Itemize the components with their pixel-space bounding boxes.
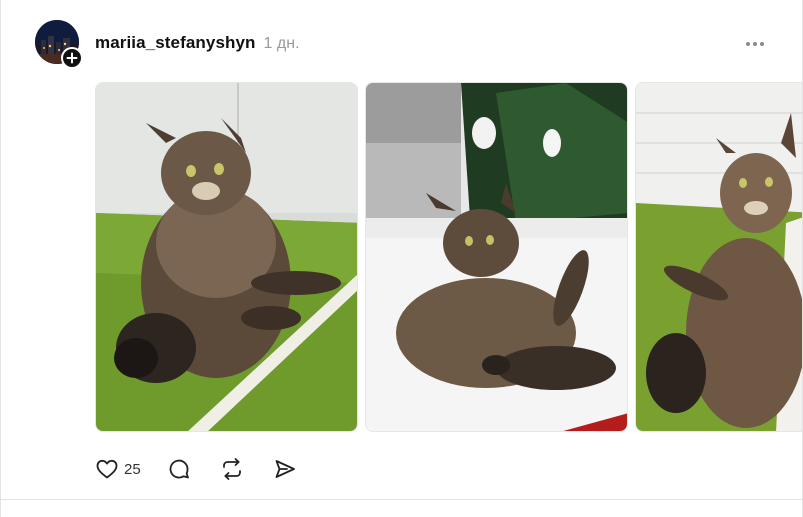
photo-carousel[interactable] <box>95 82 802 432</box>
send-icon <box>275 460 295 478</box>
more-options-button[interactable] <box>740 34 770 54</box>
heart-icon <box>96 459 118 479</box>
post-divider <box>1 499 802 500</box>
more-dots-icon <box>746 42 750 46</box>
post-photo-1[interactable] <box>95 82 358 432</box>
username-link[interactable]: mariia_stefanyshyn <box>95 33 256 53</box>
follow-button[interactable] <box>61 47 83 69</box>
plus-icon <box>66 52 78 64</box>
like-button[interactable]: 25 <box>95 455 141 483</box>
more-dot <box>760 42 764 46</box>
user-meta: mariia_stefanyshyn 1 дн. <box>95 33 300 53</box>
repost-button[interactable] <box>219 455 245 483</box>
post-card: mariia_stefanyshyn 1 дн. 25 <box>0 0 803 517</box>
post-photo-2[interactable] <box>365 82 628 432</box>
share-button[interactable] <box>273 455 297 483</box>
comment-button[interactable] <box>167 455 191 483</box>
post-actions: 25 <box>95 455 297 483</box>
avatar-wrap[interactable] <box>35 20 83 69</box>
like-count: 25 <box>124 460 141 478</box>
repost-icon <box>222 458 241 480</box>
comment-icon <box>169 459 189 479</box>
post-photo-3[interactable] <box>635 82 802 432</box>
more-dot <box>753 42 757 46</box>
post-timestamp[interactable]: 1 дн. <box>264 35 300 53</box>
post-header: mariia_stefanyshyn 1 дн. <box>35 20 782 69</box>
